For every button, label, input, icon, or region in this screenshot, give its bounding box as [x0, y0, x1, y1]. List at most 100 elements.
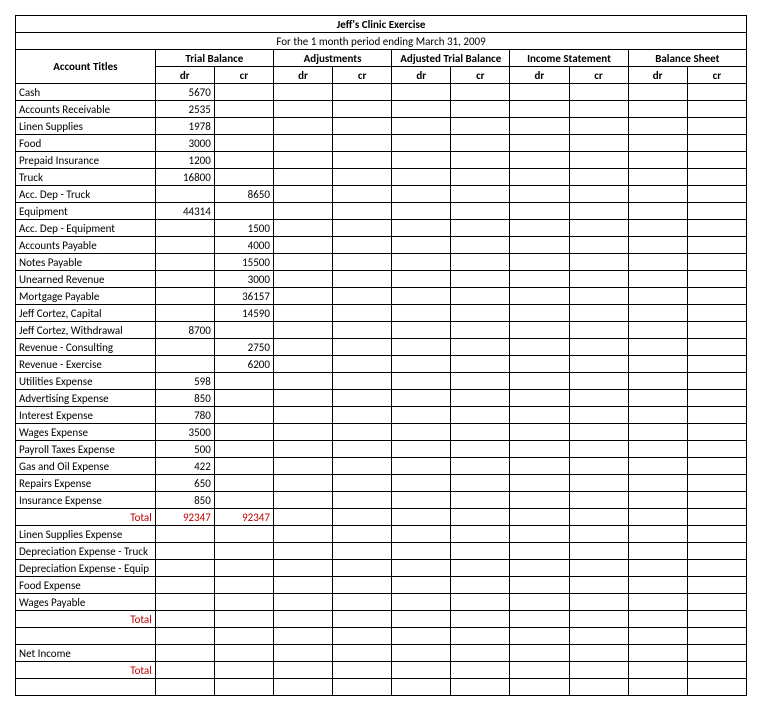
value-cell: [569, 492, 628, 509]
account-cell: Depreciation Expense - Equip: [16, 560, 156, 577]
value-cell: 3000: [214, 271, 273, 288]
value-cell: [569, 509, 628, 526]
value-cell: [392, 560, 451, 577]
value-cell: [510, 611, 569, 628]
value-cell: [510, 305, 569, 322]
value-cell: [214, 679, 273, 696]
account-cell: Linen Supplies: [16, 118, 156, 135]
value-cell: [687, 322, 746, 339]
value-cell: [273, 509, 332, 526]
value-cell: [155, 305, 214, 322]
value-cell: [333, 356, 392, 373]
value-cell: [214, 441, 273, 458]
value-cell: [392, 424, 451, 441]
account-cell: Total: [16, 509, 156, 526]
value-cell: [451, 237, 510, 254]
value-cell: [569, 577, 628, 594]
value-cell: [687, 356, 746, 373]
account-cell: Prepaid Insurance: [16, 152, 156, 169]
value-cell: [333, 135, 392, 152]
value-cell: [273, 526, 332, 543]
value-cell: [273, 305, 332, 322]
value-cell: [628, 356, 687, 373]
value-cell: [569, 186, 628, 203]
value-cell: [333, 560, 392, 577]
value-cell: [214, 424, 273, 441]
value-cell: [214, 84, 273, 101]
value-cell: [451, 594, 510, 611]
value-cell: [687, 543, 746, 560]
account-cell: Jeff Cortez, Withdrawal: [16, 322, 156, 339]
value-cell: 4000: [214, 237, 273, 254]
value-cell: [687, 509, 746, 526]
value-cell: [392, 305, 451, 322]
value-cell: [569, 475, 628, 492]
account-cell: Utilities Expense: [16, 373, 156, 390]
value-cell: [214, 611, 273, 628]
value-cell: [451, 118, 510, 135]
value-cell: [451, 407, 510, 424]
value-cell: [451, 305, 510, 322]
value-cell: [687, 458, 746, 475]
value-cell: [155, 662, 214, 679]
value-cell: [333, 305, 392, 322]
value-cell: [273, 492, 332, 509]
value-cell: [628, 84, 687, 101]
value-cell: [510, 356, 569, 373]
value-cell: [155, 237, 214, 254]
value-cell: [333, 118, 392, 135]
value-cell: [687, 662, 746, 679]
account-cell: [16, 628, 156, 645]
value-cell: [569, 322, 628, 339]
value-cell: [510, 407, 569, 424]
value-cell: [451, 679, 510, 696]
value-cell: [451, 356, 510, 373]
value-cell: [273, 288, 332, 305]
value-cell: [273, 220, 332, 237]
value-cell: [155, 339, 214, 356]
value-cell: [510, 254, 569, 271]
value-cell: [333, 611, 392, 628]
value-cell: [333, 390, 392, 407]
value-cell: [510, 271, 569, 288]
value-cell: [273, 424, 332, 441]
value-cell: [214, 458, 273, 475]
value-cell: [392, 526, 451, 543]
account-cell: Accounts Payable: [16, 237, 156, 254]
value-cell: [155, 356, 214, 373]
value-cell: [628, 169, 687, 186]
value-cell: [451, 152, 510, 169]
value-cell: [451, 271, 510, 288]
value-cell: [273, 611, 332, 628]
value-cell: [510, 237, 569, 254]
header-cr: cr: [687, 67, 746, 84]
account-cell: Revenue - Exercise: [16, 356, 156, 373]
value-cell: [687, 305, 746, 322]
value-cell: [451, 169, 510, 186]
value-cell: [569, 679, 628, 696]
value-cell: [333, 679, 392, 696]
value-cell: [214, 373, 273, 390]
value-cell: [392, 254, 451, 271]
account-cell: Acc. Dep - Truck: [16, 186, 156, 203]
account-cell: Gas and Oil Expense: [16, 458, 156, 475]
value-cell: [155, 628, 214, 645]
value-cell: [687, 577, 746, 594]
value-cell: [569, 305, 628, 322]
account-cell: Advertising Expense: [16, 390, 156, 407]
value-cell: [628, 135, 687, 152]
value-cell: [628, 492, 687, 509]
value-cell: [392, 84, 451, 101]
value-cell: [273, 271, 332, 288]
value-cell: [569, 118, 628, 135]
value-cell: [333, 594, 392, 611]
value-cell: [510, 186, 569, 203]
value-cell: [687, 373, 746, 390]
header-dr: dr: [273, 67, 332, 84]
value-cell: [392, 407, 451, 424]
value-cell: 780: [155, 407, 214, 424]
value-cell: [687, 441, 746, 458]
account-cell: Equipment: [16, 203, 156, 220]
value-cell: [569, 611, 628, 628]
value-cell: [333, 441, 392, 458]
